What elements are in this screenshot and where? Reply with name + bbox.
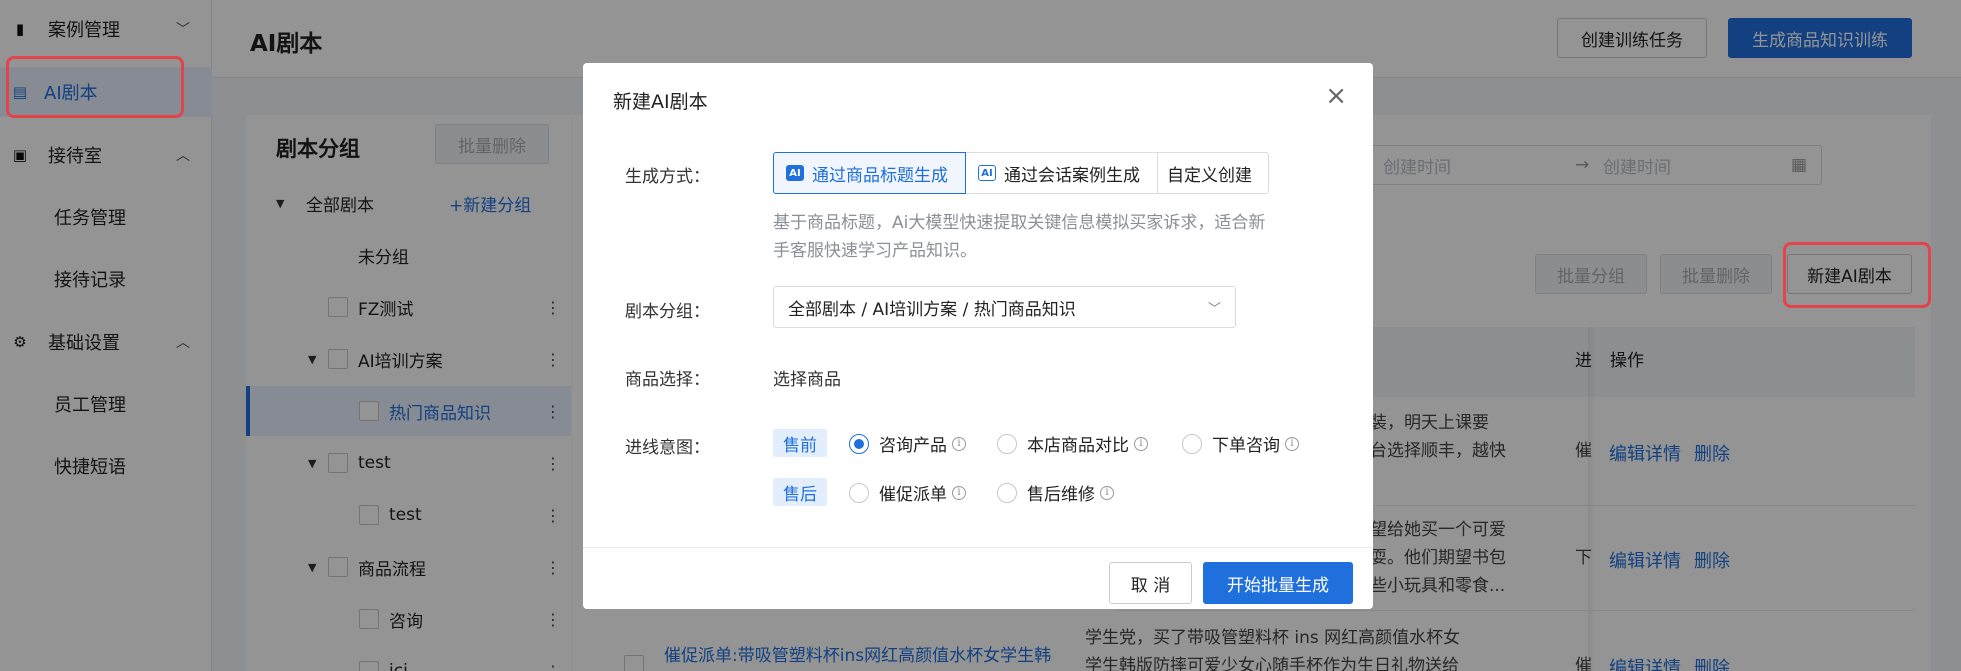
method-label: 生成方式：	[625, 167, 710, 187]
presale-tag: 售前	[773, 429, 827, 457]
method-description: 基于商品标题，Ai大模型快速提取关键信息模拟买家诉求，适合新手客服快速学习产品知…	[773, 213, 1266, 261]
radio-order-consult[interactable]: 下单咨询 i	[1182, 431, 1299, 456]
ai-icon: AI	[978, 165, 996, 181]
dialog-footer-divider	[583, 547, 1373, 548]
method-custom-option[interactable]: 自定义创建	[1157, 152, 1269, 194]
close-icon[interactable]: ×	[1325, 81, 1347, 111]
select-product-link[interactable]: 选择商品	[773, 365, 841, 390]
info-icon[interactable]: i	[1134, 436, 1148, 451]
radio-aftersale-repair[interactable]: 售后维修 i	[997, 480, 1114, 505]
new-ai-script-dialog: 新建AI剧本 × 生成方式： AI 通过商品标题生成 AI 通过会话案例生成 自…	[583, 63, 1373, 609]
intent-label: 进线意图：	[625, 438, 710, 458]
product-label: 商品选择：	[625, 370, 710, 390]
radio-dot	[997, 433, 1017, 454]
script-group-select[interactable]: 全部剧本 / AI培训方案 / 热门商品知识 ﹀	[773, 286, 1236, 328]
method-by-case-option[interactable]: AI 通过会话案例生成	[965, 152, 1158, 194]
radio-dot	[849, 433, 869, 454]
radio-compare-products[interactable]: 本店商品对比 i	[997, 431, 1148, 456]
info-icon[interactable]: i	[952, 485, 966, 500]
radio-urge-dispatch[interactable]: 催促派单 i	[849, 480, 966, 505]
highlight-box-new-script	[1783, 242, 1931, 308]
highlight-box-sidebar	[6, 56, 184, 118]
dialog-title: 新建AI剧本	[613, 91, 708, 113]
cancel-button[interactable]: 取 消	[1109, 562, 1192, 604]
start-batch-generate-button[interactable]: 开始批量生成	[1203, 562, 1353, 604]
chevron-down-icon: ﹀	[1207, 301, 1221, 317]
ai-icon: AI	[786, 165, 804, 181]
aftersale-tag: 售后	[773, 478, 827, 506]
group-label: 剧本分组：	[625, 302, 710, 322]
radio-dot	[997, 482, 1017, 503]
radio-dot	[1182, 433, 1202, 454]
info-icon[interactable]: i	[1100, 485, 1114, 500]
method-by-title-option[interactable]: AI 通过商品标题生成	[773, 152, 966, 194]
info-icon[interactable]: i	[952, 436, 966, 451]
info-icon[interactable]: i	[1285, 436, 1299, 451]
radio-consult-product[interactable]: 咨询产品 i	[849, 431, 966, 456]
radio-dot	[849, 482, 869, 503]
